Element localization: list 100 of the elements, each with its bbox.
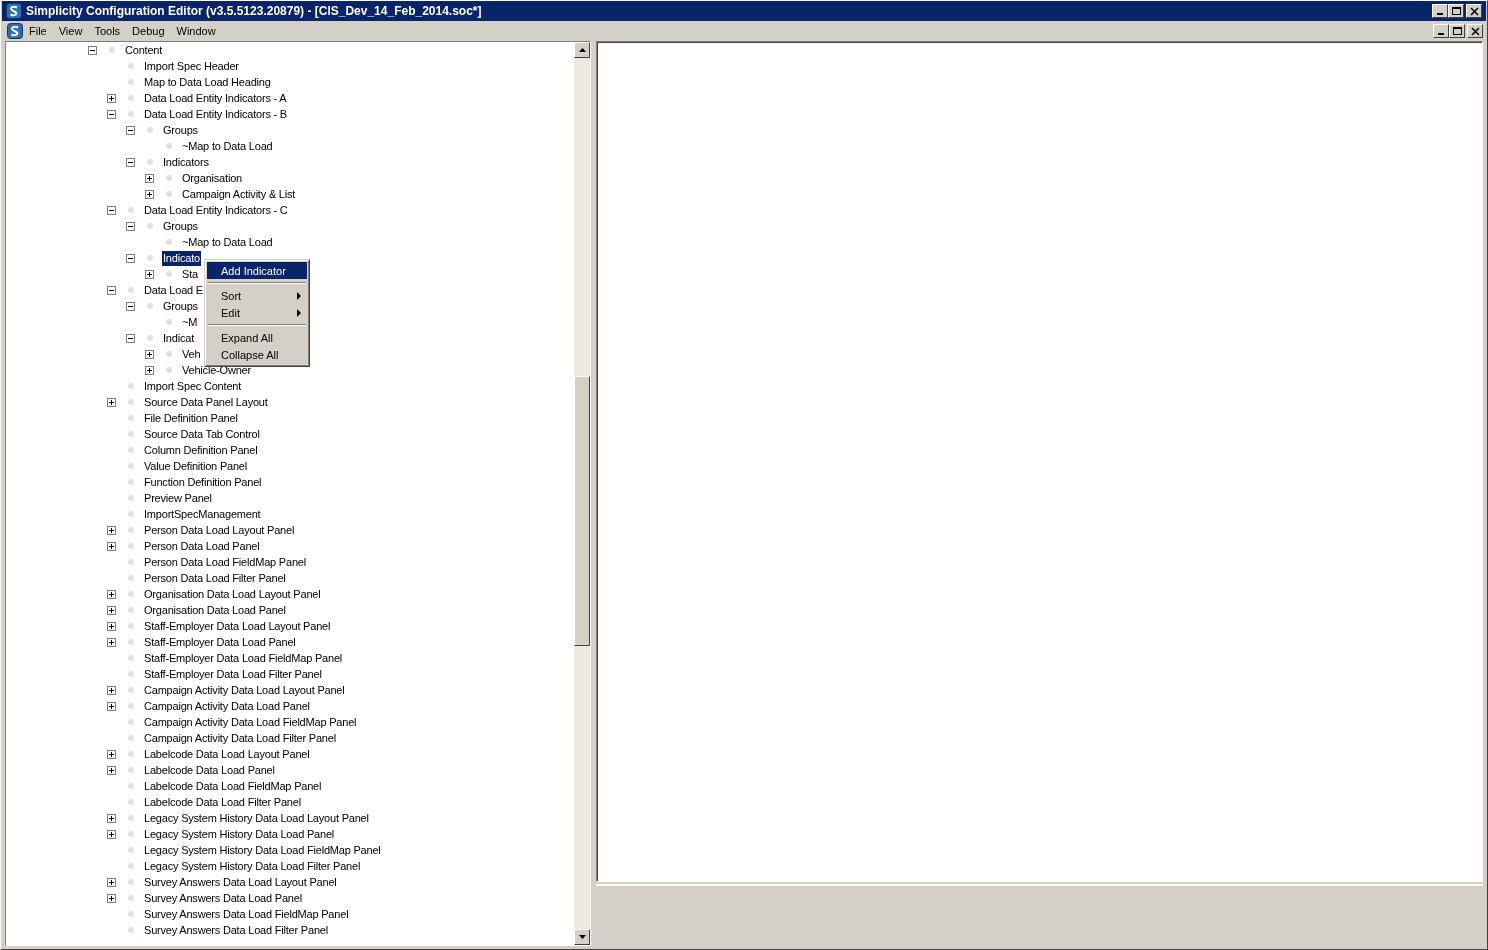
tree-item[interactable]: ~Map to Data Load xyxy=(181,138,274,154)
tree-item[interactable]: ~M xyxy=(181,314,199,330)
collapse-icon[interactable] xyxy=(88,45,97,55)
menu-bar-item[interactable]: View xyxy=(52,25,89,37)
tree-item[interactable]: Person Data Load FieldMap Panel xyxy=(143,554,307,570)
expand-icon[interactable] xyxy=(107,589,116,599)
tree-item[interactable]: Staff-Employer Data Load FieldMap Panel xyxy=(143,650,344,666)
maximize-button[interactable] xyxy=(1448,4,1464,18)
tree-item[interactable]: Legacy System History Data Load Panel xyxy=(143,826,336,842)
menu-bar-item[interactable]: File xyxy=(23,25,53,37)
close-button[interactable] xyxy=(1466,4,1482,18)
tree-item[interactable]: Import Spec Content xyxy=(143,378,243,394)
menu-item[interactable]: Add Indicator xyxy=(207,262,307,279)
menu-item[interactable]: Expand All xyxy=(207,329,307,346)
minimize-button[interactable] xyxy=(1433,24,1449,38)
collapse-icon[interactable] xyxy=(107,109,116,119)
scroll-down-button[interactable] xyxy=(574,929,590,945)
expand-icon[interactable] xyxy=(107,813,116,823)
tree-item[interactable]: Data Load Entity Indicators - C xyxy=(143,202,289,218)
expand-icon[interactable] xyxy=(107,765,116,775)
tree-item[interactable]: Groups xyxy=(162,298,199,314)
tree-item[interactable]: Function Definition Panel xyxy=(143,474,263,490)
tree-item[interactable]: Indicato xyxy=(162,250,201,266)
tree-item[interactable]: Organisation Data Load Layout Panel xyxy=(143,586,322,602)
tree-item[interactable]: Legacy System History Data Load FieldMap Panel xyxy=(143,842,382,858)
tree-item[interactable]: Labelcode Data Load Panel xyxy=(143,762,276,778)
expand-icon[interactable] xyxy=(107,877,116,887)
expand-icon[interactable] xyxy=(107,605,116,615)
expand-icon[interactable] xyxy=(107,829,116,839)
tree-item[interactable]: Value Definition Panel xyxy=(143,458,249,474)
tree-item[interactable]: Campaign Activity Data Load Layout Panel xyxy=(143,682,346,698)
collapse-icon[interactable] xyxy=(126,253,135,263)
tree-item[interactable]: Person Data Load Filter Panel xyxy=(143,570,287,586)
tree-item[interactable]: Labelcode Data Load FieldMap Panel xyxy=(143,778,323,794)
tree-item[interactable]: Source Data Tab Control xyxy=(143,426,261,442)
expand-icon[interactable] xyxy=(107,685,116,695)
expand-icon[interactable] xyxy=(107,701,116,711)
expand-icon[interactable] xyxy=(145,189,154,199)
tree-item[interactable]: Groups xyxy=(162,122,199,138)
maximize-button[interactable] xyxy=(1449,24,1465,38)
collapse-icon[interactable] xyxy=(107,205,116,215)
tree-item[interactable]: Labelcode Data Load Filter Panel xyxy=(143,794,302,810)
scrollbar-thumb[interactable] xyxy=(574,376,590,646)
menu-item[interactable]: Collapse All xyxy=(207,346,307,363)
tree-item[interactable]: Survey Answers Data Load Layout Panel xyxy=(143,874,338,890)
tree-item[interactable]: Vehicle-Owner xyxy=(181,362,252,378)
collapse-icon[interactable] xyxy=(126,301,135,311)
tree-item[interactable]: Campaign Activity Data Load Filter Panel xyxy=(143,730,337,746)
tree-item[interactable]: Preview Panel xyxy=(143,490,213,506)
expand-icon[interactable] xyxy=(145,173,154,183)
tree-item[interactable]: Content xyxy=(124,42,164,58)
expand-icon[interactable] xyxy=(107,93,116,103)
menu-bar-item[interactable]: Window xyxy=(170,25,222,37)
tree-item[interactable]: Indicat xyxy=(162,330,195,346)
menu-item[interactable]: Sort xyxy=(207,287,307,304)
tree-item[interactable]: File Definition Panel xyxy=(143,410,239,426)
expand-icon[interactable] xyxy=(107,893,116,903)
expand-icon[interactable] xyxy=(145,365,154,375)
tree-item[interactable]: Import Spec Header xyxy=(143,58,240,74)
menu-item[interactable]: Edit xyxy=(207,304,307,321)
scrollbar[interactable] xyxy=(574,42,590,945)
tree-item[interactable]: Survey Answers Data Load FieldMap Panel xyxy=(143,906,350,922)
tree-item[interactable]: Indicators xyxy=(162,154,210,170)
tree-item[interactable]: Campaign Activity Data Load FieldMap Panel xyxy=(143,714,358,730)
tree-item[interactable]: Sta xyxy=(181,266,199,282)
expand-icon[interactable] xyxy=(107,637,116,647)
tree-item[interactable]: Map to Data Load Heading xyxy=(143,74,272,90)
collapse-icon[interactable] xyxy=(126,125,135,135)
tree-item[interactable]: Veh xyxy=(181,346,202,362)
expand-icon[interactable] xyxy=(107,525,116,535)
collapse-icon[interactable] xyxy=(107,285,116,295)
tree-item[interactable]: ImportSpecManagement xyxy=(143,506,262,522)
collapse-icon[interactable] xyxy=(126,333,135,343)
expand-icon[interactable] xyxy=(107,397,116,407)
tree-item[interactable]: Person Data Load Layout Panel xyxy=(143,522,296,538)
tree-item[interactable]: Campaign Activity Data Load Panel xyxy=(143,698,311,714)
tree-item[interactable]: Labelcode Data Load Layout Panel xyxy=(143,746,311,762)
tree-item[interactable]: Legacy System History Data Load Layout Panel xyxy=(143,810,370,826)
tree-item[interactable]: Data Load Entity Indicators - B xyxy=(143,106,288,122)
tree-item[interactable]: Staff-Employer Data Load Panel xyxy=(143,634,297,650)
minimize-button[interactable] xyxy=(1432,4,1448,18)
close-button[interactable] xyxy=(1467,24,1483,38)
tree-item[interactable]: Organisation xyxy=(181,170,243,186)
collapse-icon[interactable] xyxy=(126,157,135,167)
tree-item[interactable]: Person Data Load Panel xyxy=(143,538,261,554)
tree-item[interactable]: Staff-Employer Data Load Layout Panel xyxy=(143,618,332,634)
tree-item[interactable]: Column Definition Panel xyxy=(143,442,259,458)
tree-item[interactable]: Data Load Entity Indicators - A xyxy=(143,90,288,106)
tree-item[interactable]: Source Data Panel Layout xyxy=(143,394,269,410)
expand-icon[interactable] xyxy=(107,541,116,551)
expand-icon[interactable] xyxy=(145,269,154,279)
tree-item[interactable]: Staff-Employer Data Load Filter Panel xyxy=(143,666,323,682)
tree-item[interactable]: Organisation Data Load Panel xyxy=(143,602,287,618)
tree-item[interactable]: Survey Answers Data Load Filter Panel xyxy=(143,922,329,938)
expand-icon[interactable] xyxy=(145,349,154,359)
expand-icon[interactable] xyxy=(107,621,116,631)
tree-item[interactable]: ~Map to Data Load xyxy=(181,234,274,250)
tree-item[interactable]: Survey Answers Data Load Panel xyxy=(143,890,303,906)
collapse-icon[interactable] xyxy=(126,221,135,231)
scroll-up-button[interactable] xyxy=(574,42,590,58)
